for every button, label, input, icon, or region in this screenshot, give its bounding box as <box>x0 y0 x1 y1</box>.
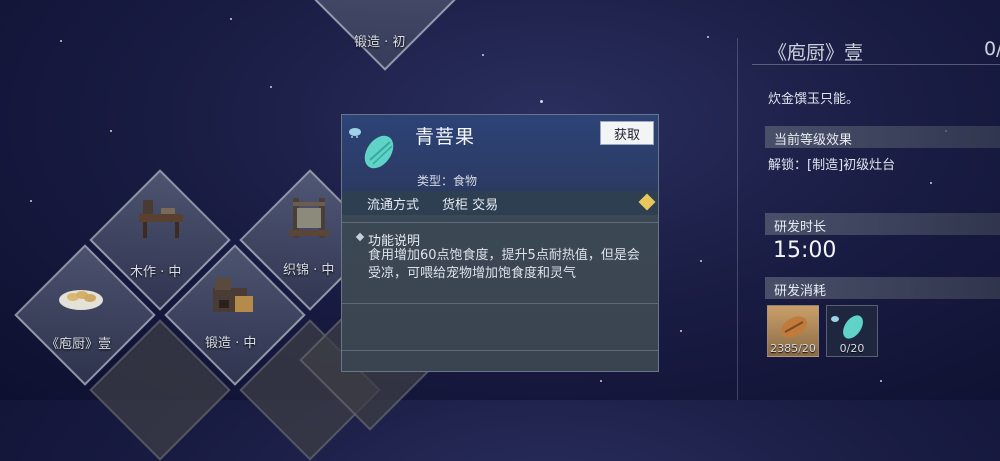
trade-method-row: 流通方式 货柜 交易 <box>342 191 658 215</box>
green-fruit-icon <box>837 312 869 346</box>
dev-time-value: 15:00 <box>773 238 837 263</box>
get-item-button[interactable]: 获取 <box>600 121 654 145</box>
green-fruit-icon <box>358 130 400 172</box>
grain-icon <box>777 312 811 346</box>
dev-time-label: 研发时长 <box>774 220 827 235</box>
divider <box>342 303 658 304</box>
trade-badge-icon[interactable] <box>638 193 656 211</box>
tile-label: 《庖厨》壹 <box>46 337 112 352</box>
forge-icon <box>205 270 261 328</box>
dev-time-header: 研发时长 <box>765 213 1000 235</box>
unlock-text: 解锁：[制造]初级灶台 <box>768 158 896 173</box>
trade-method-label: 流通方式 <box>367 198 420 213</box>
item-type: 类型：食物 <box>417 174 478 188</box>
tile-label: 木作 · 中 <box>130 265 182 280</box>
dumpling-plate-icon <box>58 283 104 321</box>
cost-quantity: 2385/20 <box>770 342 816 355</box>
level-effect-header: 当前等级效果 <box>765 126 1000 148</box>
title-underline <box>752 64 1000 65</box>
item-name: 青菩果 <box>415 126 476 148</box>
tile-label: 锻造 · 中 <box>205 336 257 351</box>
dev-cost-label: 研发消耗 <box>774 284 827 299</box>
tile-label: 织锦 · 中 <box>283 263 335 278</box>
weather-mini-icon <box>830 309 840 322</box>
level-effect-label: 当前等级效果 <box>774 133 853 148</box>
trade-method-value: 货柜 交易 <box>442 198 499 213</box>
cost-quantity: 0/20 <box>839 342 865 355</box>
panel-divider <box>737 38 738 400</box>
panel-count: 0/ <box>984 38 1000 60</box>
divider <box>342 222 658 223</box>
dev-cost-header: 研发消耗 <box>765 277 1000 299</box>
divider <box>342 350 658 351</box>
function-description: 食用增加60点饱食度，提升5点耐热值，但是会受凉，可喂给宠物增加饱食度和灵气 <box>368 248 640 281</box>
panel-title: 《庖厨》壹 <box>768 42 864 64</box>
weather-mini-icon <box>348 124 362 138</box>
workbench-icon <box>133 196 189 248</box>
tile-label: 锻造 · 初 <box>354 35 406 50</box>
panel-description: 炊金馔玉只能。 <box>768 92 860 107</box>
cost-item-grain[interactable]: 2385/20 <box>767 305 819 357</box>
loom-icon <box>285 192 335 250</box>
cost-item-green-fruit[interactable]: 0/20 <box>826 305 878 357</box>
